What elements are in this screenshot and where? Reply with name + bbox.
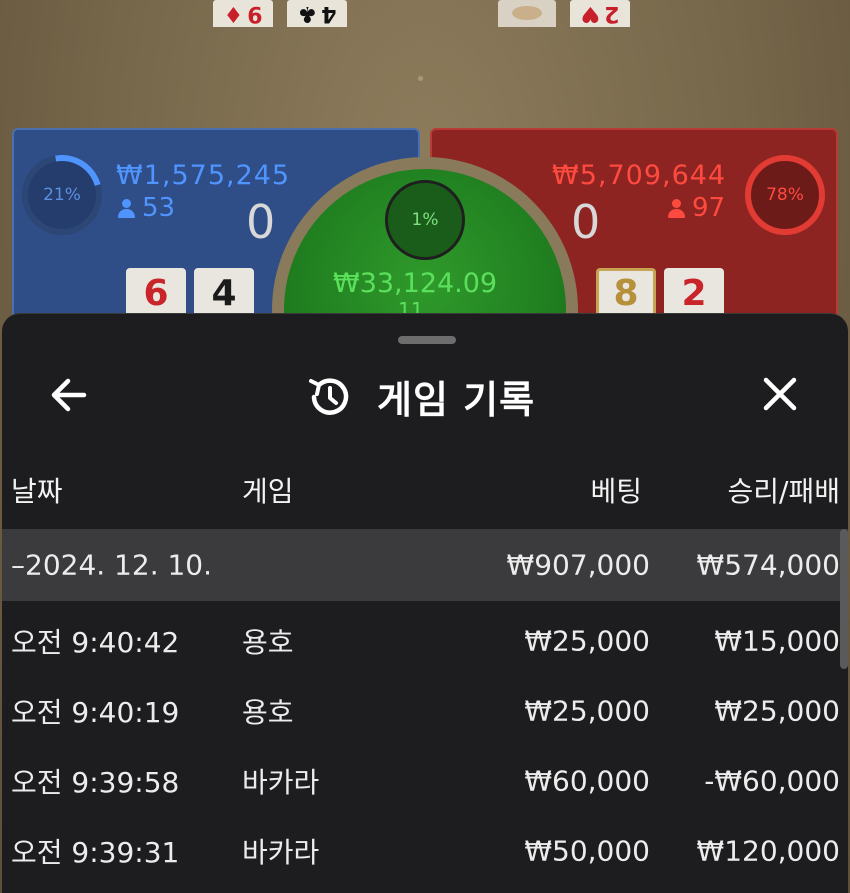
top-card-1-suit: ♦ [223, 1, 244, 26]
dragon-player-count: 53 [118, 193, 175, 223]
top-card-4-suit: ♥ [580, 1, 601, 26]
sheet-title-group: 게임 기록 [305, 369, 535, 424]
row-result: ₩120,000 [696, 834, 840, 868]
table-row[interactable]: 오전 9:40:19 용호 ₩25,000 ₩25,000 [2, 676, 848, 746]
sheet-header: 게임 기록 [2, 359, 848, 429]
dragon-player-count-value: 53 [142, 193, 176, 223]
tie-percent: 1% [411, 210, 439, 230]
top-card-2-value: 4 [321, 1, 337, 26]
top-card-1-value: 9 [247, 1, 263, 26]
date-group-bet-total: ₩907,000 [506, 548, 650, 582]
row-time: 오전 9:40:42 [11, 626, 180, 659]
dragon-score: 0 [246, 195, 276, 249]
dragon-card-1: 6 [126, 268, 186, 318]
close-button[interactable] [754, 371, 806, 421]
tie-percent-ring: 1% [385, 180, 465, 260]
column-header-bet[interactable]: 베팅 [590, 470, 642, 510]
tiger-player-count-value: 97 [692, 193, 726, 223]
row-game: 바카라 [242, 766, 320, 799]
row-time: 오전 9:39:58 [11, 766, 180, 799]
row-game: 용호 [242, 696, 294, 729]
column-header-date[interactable]: 날짜 [11, 470, 63, 510]
table-row[interactable]: 오전 9:40:42 용호 ₩25,000 ₩15,000 [2, 606, 848, 676]
column-header-result[interactable]: 승리/패배 [728, 470, 840, 510]
row-result: -₩60,000 [704, 764, 840, 798]
row-game: 용호 [242, 626, 294, 659]
tiger-percent-ring: 78% [745, 155, 825, 235]
top-card-1: 9 ♦ [213, 0, 273, 27]
dragon-percent: 21% [43, 185, 81, 205]
top-card-3 [498, 0, 556, 27]
row-bet: ₩50,000 [524, 834, 650, 868]
dragon-bet-amount: ₩1,575,245 [116, 160, 291, 191]
close-icon [763, 377, 797, 411]
row-bet: ₩25,000 [524, 694, 650, 728]
tiger-card-2: 2 [664, 268, 724, 318]
sheet-drag-handle[interactable] [398, 336, 456, 344]
table-marker-dot [418, 76, 423, 81]
tiger-score: 0 [571, 195, 601, 249]
top-card-2-suit: ♣ [297, 1, 318, 26]
back-button[interactable] [44, 374, 96, 416]
sheet-title: 게임 기록 [377, 378, 536, 422]
top-card-4: 2 ♥ [570, 0, 630, 27]
row-result: ₩15,000 [714, 624, 840, 658]
tiger-card-1: 8 [596, 268, 656, 318]
arrow-left-icon [51, 378, 87, 412]
table-row[interactable]: 오전 9:39:58 바카라 ₩60,000 -₩60,000 [2, 746, 848, 816]
row-bet: ₩60,000 [524, 764, 650, 798]
row-game: 바카라 [242, 836, 320, 869]
tie-bet-amount: ₩33,124.09 [333, 268, 498, 299]
row-time: 오전 9:40:19 [11, 696, 180, 729]
dragon-card-2: 4 [194, 268, 254, 318]
history-icon [305, 372, 355, 422]
card-back-pattern [512, 6, 542, 21]
tiger-percent: 78% [766, 185, 804, 205]
top-card-2: 4 ♣ [287, 0, 347, 27]
row-result: ₩25,000 [714, 694, 840, 728]
top-card-4-value: 2 [604, 1, 620, 26]
person-icon [118, 199, 135, 218]
column-header-game[interactable]: 게임 [242, 470, 294, 510]
history-scrollbar[interactable] [840, 529, 848, 669]
game-history-sheet: 게임 기록 날짜 게임 베팅 승리/패배 –2024. 12. 10. ₩907… [2, 313, 848, 893]
table-row[interactable]: 오전 9:39:31 바카라 ₩50,000 ₩120,000 [2, 816, 848, 886]
person-icon [668, 199, 685, 218]
row-time: 오전 9:39:31 [11, 836, 180, 869]
tiger-bet-amount: ₩5,709,644 [552, 160, 727, 191]
date-group-row[interactable]: –2024. 12. 10. ₩907,000 ₩574,000 [2, 529, 848, 601]
dragon-percent-ring: 21% [22, 155, 102, 235]
tiger-player-count: 97 [668, 193, 725, 223]
row-bet: ₩25,000 [524, 624, 650, 658]
date-group-label: –2024. 12. 10. [11, 548, 213, 582]
date-group-result-total: ₩574,000 [696, 548, 840, 582]
